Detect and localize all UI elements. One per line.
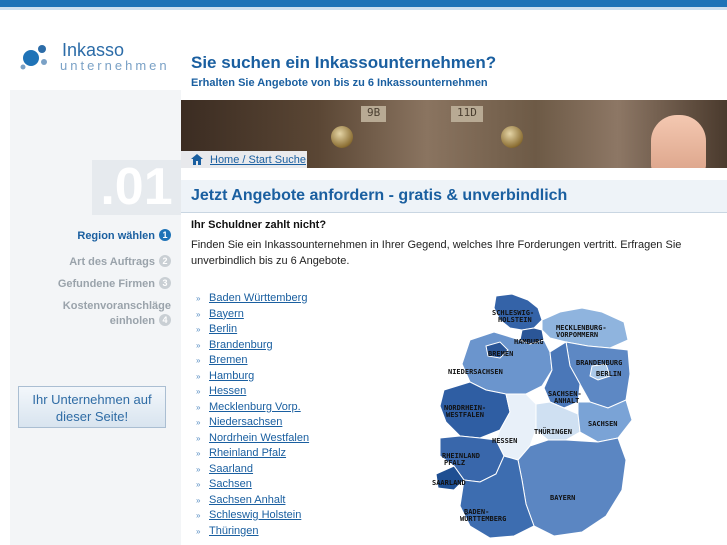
- map-label: BAYERN: [550, 494, 575, 502]
- map-label: HESSEN: [492, 437, 517, 445]
- finger-image: [651, 115, 706, 168]
- step-number: .01: [92, 160, 181, 215]
- map-label: SAARLAND: [432, 479, 466, 487]
- chevron-right-icon: »: [196, 402, 201, 412]
- region-link-brandenburg[interactable]: » Brandenburg: [196, 339, 273, 351]
- step-order-type: Art des Auftrags 2: [11, 255, 171, 268]
- step-quotes: Kostenvoranschläge einholen 4: [62, 300, 171, 327]
- region-link-saarland[interactable]: » Saarland: [196, 463, 253, 475]
- step-region[interactable]: Region wählen 1: [11, 229, 171, 242]
- chevron-right-icon: »: [196, 309, 201, 319]
- svg-text:HOLSTEIN: HOLSTEIN: [498, 316, 532, 324]
- svg-text:WESTFALEN: WESTFALEN: [446, 411, 484, 419]
- region-link-mecklenburg[interactable]: » Mecklenburg Vorp.: [196, 401, 301, 413]
- chevron-right-icon: »: [196, 387, 201, 396]
- region-link-schleswig-holstein[interactable]: » Schleswig Holstein: [196, 509, 301, 521]
- home-icon[interactable]: [191, 154, 203, 165]
- logo-text-secondary: unternehmen: [60, 58, 170, 73]
- chevron-right-icon: »: [196, 294, 201, 303]
- region-link-nrw[interactable]: » Nordrhein Westfalen: [196, 432, 309, 444]
- step-number-badge: 3: [159, 277, 171, 289]
- region-link-niedersachsen[interactable]: » Niedersachsen: [196, 416, 282, 428]
- svg-text:ANHALT: ANHALT: [554, 397, 579, 405]
- chevron-right-icon: »: [196, 325, 201, 334]
- map-label: THÜRINGEN: [534, 427, 572, 436]
- chevron-right-icon: »: [196, 371, 201, 381]
- germany-map[interactable]: SCHLESWIG- HOLSTEIN MECKLENBURG- VORPOMM…: [430, 290, 650, 545]
- map-label: HAMBURG: [514, 338, 544, 346]
- chevron-right-icon: »: [196, 511, 201, 520]
- region-link-rheinland-pfalz[interactable]: » Rheinland Pfalz: [196, 447, 286, 459]
- divider: [181, 212, 727, 213]
- main-title: Jetzt Angebote anfordern - gratis & unve…: [191, 187, 568, 204]
- advertise-button[interactable]: Ihr Unternehmen auf dieser Seite!: [18, 386, 166, 428]
- map-region-bayern[interactable]: [517, 437, 627, 537]
- doorbell-button: [501, 126, 523, 148]
- region-link-thueringen[interactable]: » Thüringen: [196, 525, 259, 537]
- region-link-bremen[interactable]: » Bremen: [196, 354, 248, 366]
- breadcrumb[interactable]: Home / Start Suche: [210, 154, 306, 166]
- chevron-right-icon: »: [196, 433, 201, 443]
- page-subtitle: Erhalten Sie Angebote von bis zu 6 Inkas…: [191, 77, 488, 89]
- doorbell-plate: 11D: [451, 106, 483, 122]
- chevron-right-icon: »: [196, 526, 201, 536]
- map-label: BERLIN: [596, 370, 621, 378]
- svg-text:WÜRTTEMBERG: WÜRTTEMBERG: [460, 514, 506, 523]
- top-accent-bar: [0, 0, 727, 7]
- chevron-right-icon: »: [196, 418, 201, 427]
- svg-text:PFALZ: PFALZ: [444, 459, 465, 467]
- map-label: BREMEN: [488, 350, 513, 358]
- step-number-badge: 4: [159, 314, 171, 326]
- region-link-berlin[interactable]: » Berlin: [196, 323, 237, 335]
- intro-text: Finden Sie ein Inkassounternehmen in Ihr…: [191, 239, 682, 267]
- step-number-badge: 1: [159, 229, 171, 241]
- chevron-right-icon: »: [196, 495, 201, 505]
- logo-icon: [20, 45, 47, 70]
- chevron-right-icon: »: [196, 480, 201, 489]
- section-question: Ihr Schuldner zahlt nicht?: [191, 219, 327, 231]
- map-label: BRANDENBURG: [576, 359, 622, 367]
- chevron-right-icon: »: [196, 356, 201, 365]
- doorbell-plate: 9B: [361, 106, 387, 122]
- region-link-bayern[interactable]: » Bayern: [196, 308, 244, 320]
- region-link-baden-wuerttemberg[interactable]: » Baden Württemberg: [196, 292, 307, 304]
- region-link-sachsen[interactable]: » Sachsen: [196, 478, 252, 490]
- region-link-hessen[interactable]: » Hessen: [196, 385, 246, 397]
- chevron-right-icon: »: [196, 449, 201, 458]
- step-number-badge: 2: [159, 255, 171, 267]
- chevron-right-icon: »: [196, 464, 201, 474]
- step-found-firms: Gefundene Firmen 3: [11, 277, 171, 290]
- region-link-hamburg[interactable]: » Hamburg: [196, 370, 254, 382]
- doorbell-button: [331, 126, 353, 148]
- svg-text:VORPOMMERN: VORPOMMERN: [556, 331, 598, 339]
- map-label: SACHSEN: [588, 420, 618, 428]
- region-link-sachsen-anhalt[interactable]: » Sachsen Anhalt: [196, 494, 285, 506]
- chevron-right-icon: »: [196, 340, 201, 350]
- map-label: NIEDERSACHSEN: [448, 368, 503, 376]
- page-title: Sie suchen ein Inkassounternehmen?: [191, 53, 497, 72]
